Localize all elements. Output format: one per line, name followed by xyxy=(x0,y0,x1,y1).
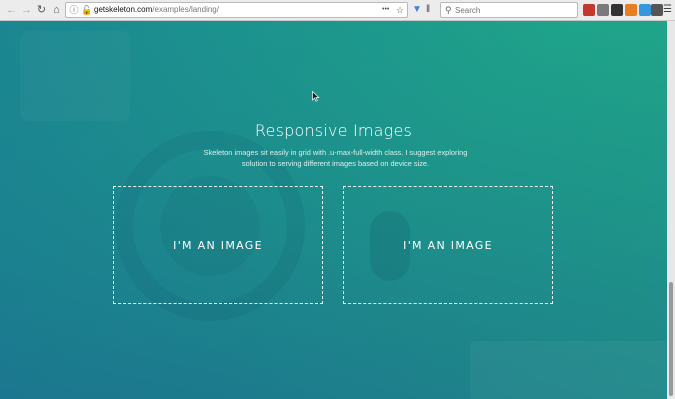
library-icon[interactable]: ‖ xyxy=(426,3,430,17)
extension-blue-icon[interactable] xyxy=(639,4,651,16)
extension-gray-icon[interactable] xyxy=(597,4,609,16)
insecure-lock-icon[interactable]: 🔓 xyxy=(81,5,92,15)
extension-orange-icon[interactable] xyxy=(625,4,637,16)
url-text[interactable]: getskeleton.com/examples/landing/ xyxy=(94,5,219,15)
forward-icon[interactable]: → xyxy=(19,3,34,18)
mouse-cursor-icon xyxy=(312,91,320,102)
page-viewport xyxy=(0,21,667,399)
image-placeholder-2: I'M AN IMAGE xyxy=(343,186,553,304)
scrollbar-thumb[interactable] xyxy=(669,282,673,396)
reload-icon[interactable]: ↻ xyxy=(34,3,49,18)
search-input[interactable] xyxy=(455,4,573,16)
browser-toolbar: ← → ↻ ⌂ ⓘ 🔓 getskeleton.com/examples/lan… xyxy=(0,0,675,21)
section-description-line-1: Skeleton images sit easily in grid with … xyxy=(203,148,468,157)
page-actions-icon[interactable]: ••• xyxy=(382,4,389,16)
image-placeholder-label: I'M AN IMAGE xyxy=(173,238,263,252)
pocket-icon[interactable]: ▼ xyxy=(412,3,422,17)
menu-icon[interactable]: ☰ xyxy=(663,3,672,17)
address-bar[interactable]: ⓘ 🔓 getskeleton.com/examples/landing/ ••… xyxy=(65,2,408,18)
section-title: Responsive Images xyxy=(254,121,413,140)
image-placeholder-1: I'M AN IMAGE xyxy=(113,186,323,304)
extension-dark-icon[interactable] xyxy=(611,4,623,16)
image-placeholder-label: I'M AN IMAGE xyxy=(403,238,493,252)
section-description-line-2: solution to serving different images bas… xyxy=(241,159,430,168)
extension-red-icon[interactable] xyxy=(583,4,595,16)
search-icon: ⚲ xyxy=(445,5,452,15)
search-bar[interactable]: ⚲ xyxy=(440,2,578,18)
back-icon[interactable]: ← xyxy=(4,3,19,18)
home-icon[interactable]: ⌂ xyxy=(49,3,64,18)
url-path: /examples/landing/ xyxy=(152,5,219,14)
gradient-overlay xyxy=(0,21,667,399)
url-host: getskeleton.com xyxy=(94,5,153,14)
info-icon[interactable]: ⓘ xyxy=(69,5,79,15)
extension-gray2-icon[interactable] xyxy=(651,4,663,16)
bookmark-star-icon[interactable]: ☆ xyxy=(396,4,404,16)
section-description: Skeleton images sit easily in grid with … xyxy=(193,147,478,169)
